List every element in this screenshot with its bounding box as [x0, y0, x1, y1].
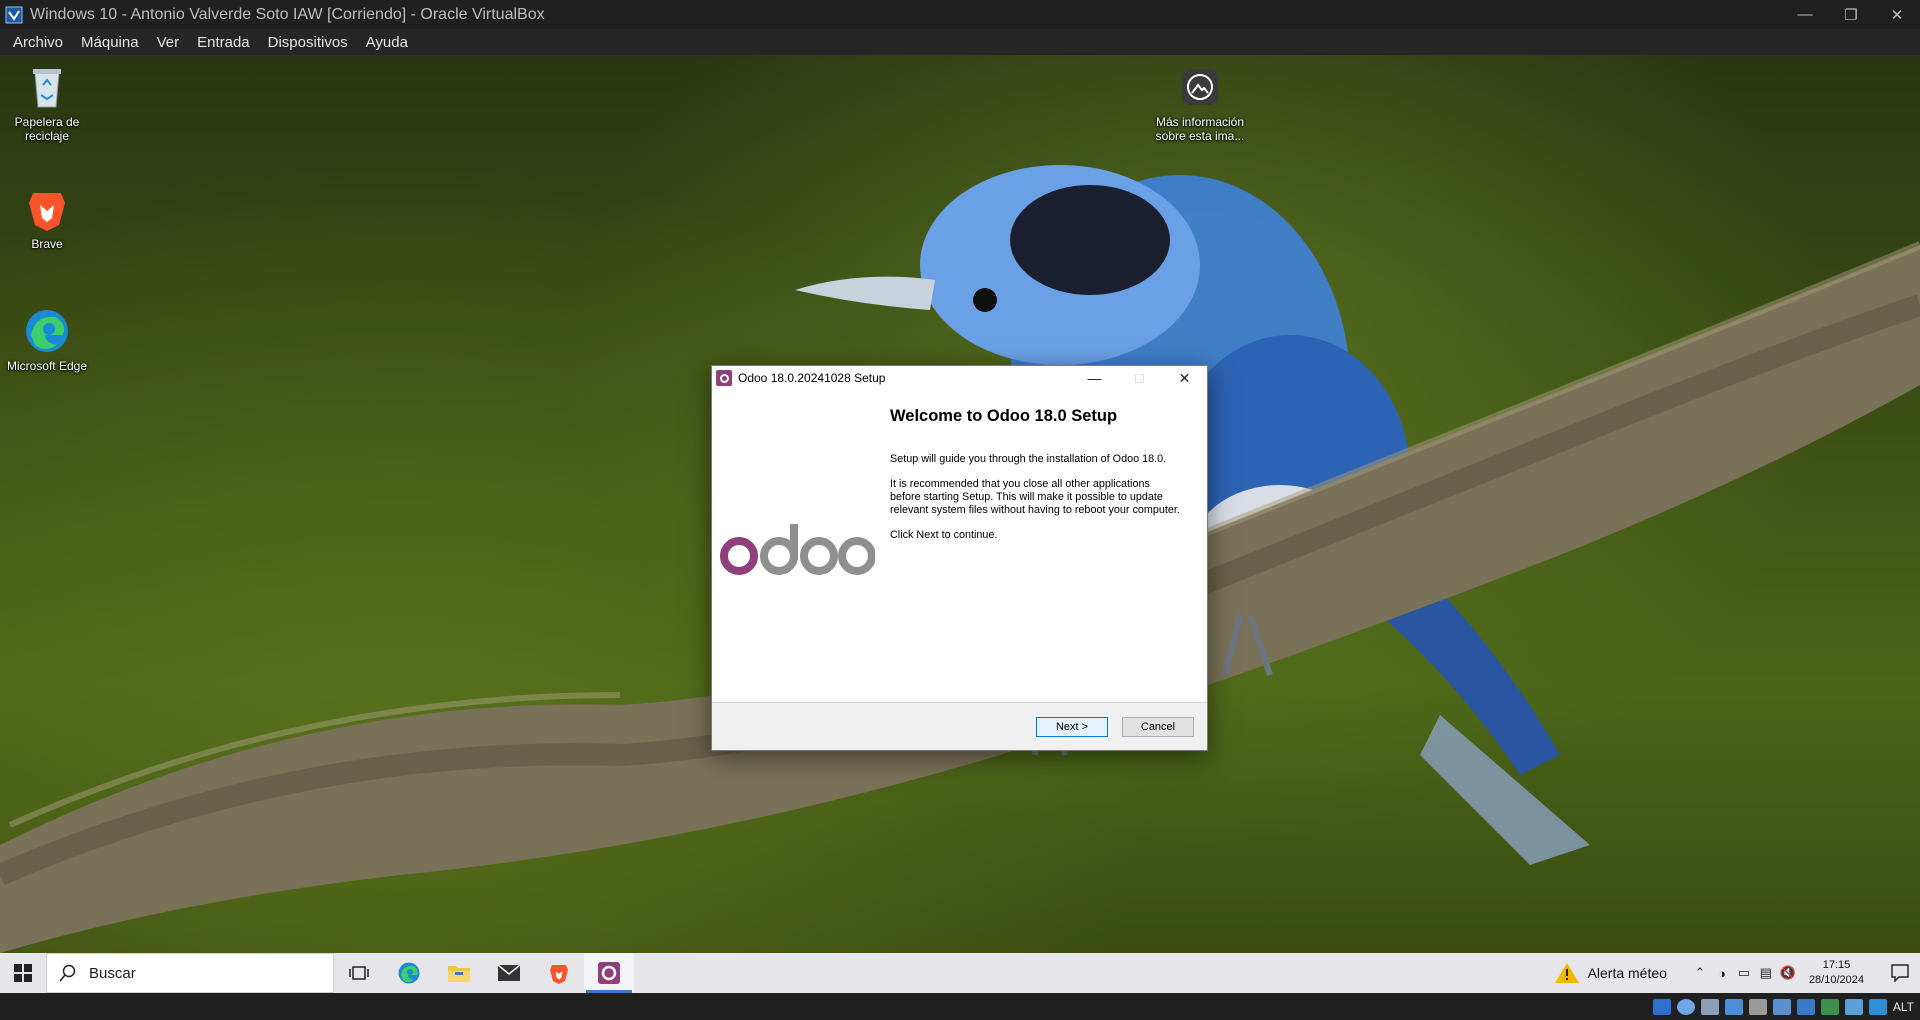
usb-icon[interactable] — [1748, 998, 1767, 1015]
vbox-window-title: Windows 10 - Antonio Valverde Soto IAW [… — [30, 5, 545, 23]
optical-drive-icon[interactable] — [1676, 998, 1695, 1015]
start-button[interactable] — [0, 953, 46, 993]
desktop-icon-label: Papelera de reciclaje — [14, 115, 80, 143]
odoo-setup-dialog: Odoo 18.0.20241028 Setup — □ ✕ Welcome t… — [711, 365, 1208, 751]
dialog-body: Welcome to Odoo 18.0 Setup Setup will gu… — [712, 390, 1207, 714]
notifications-icon[interactable] — [1880, 964, 1920, 982]
network-adapter-icon[interactable] — [1724, 998, 1743, 1015]
vbox-statusbar: ALT — [0, 993, 1920, 1020]
display-icon[interactable] — [1796, 998, 1815, 1015]
virtualbox-icon — [5, 6, 23, 23]
weather-widget[interactable]: Alerta méteo — [1554, 962, 1667, 984]
odoo-logo — [712, 390, 882, 714]
odoo-setup-icon[interactable] — [584, 953, 634, 993]
minimize-button[interactable]: — — [1782, 0, 1828, 29]
menu-maquina[interactable]: Máquina — [72, 34, 148, 51]
dialog-heading: Welcome to Odoo 18.0 Setup — [890, 407, 1118, 425]
dialog-close-button[interactable]: ✕ — [1162, 366, 1207, 390]
dialog-titlebar[interactable]: Odoo 18.0.20241028 Setup — □ ✕ — [712, 366, 1207, 390]
desktop-icon-label: Más información sobre esta ima... — [1155, 115, 1245, 143]
clock[interactable]: 17:15 28/10/2024 — [1809, 958, 1864, 988]
desktop-icon-label: Brave — [31, 237, 63, 251]
menu-entrada[interactable]: Entrada — [188, 34, 259, 51]
cancel-button[interactable]: Cancel — [1122, 717, 1194, 737]
dialog-title: Odoo 18.0.20241028 Setup — [738, 371, 886, 385]
dialog-paragraph: It is recommended that you close all oth… — [890, 478, 1180, 516]
taskbar-edge-icon[interactable] — [384, 953, 434, 993]
dialog-paragraph: Click Next to continue. — [890, 529, 998, 541]
clock-date: 28/10/2024 — [1808, 974, 1864, 986]
info-camera-icon — [1176, 63, 1224, 111]
desktop-icon-edge[interactable]: Microsoft Edge — [1, 307, 93, 373]
menu-ayuda[interactable]: Ayuda — [357, 34, 417, 51]
recycle-bin-icon — [23, 63, 71, 111]
menu-dispositivos[interactable]: Dispositivos — [259, 34, 357, 51]
cpu-icon[interactable] — [1844, 998, 1863, 1015]
network-icon[interactable]: ▤ — [1755, 965, 1777, 981]
meet-now-icon[interactable]: ◑ — [1711, 966, 1733, 981]
weather-alert-icon — [1554, 963, 1579, 983]
vbox-titlebar: Windows 10 - Antonio Valverde Soto IAW [… — [0, 0, 1920, 29]
dialog-footer: Next > Cancel — [712, 702, 1207, 750]
close-button[interactable]: ✕ — [1874, 0, 1920, 29]
hard-disk-icon[interactable] — [1652, 998, 1671, 1015]
volume-muted-icon[interactable]: 🔇 — [1777, 965, 1799, 981]
odoo-app-icon — [716, 370, 732, 386]
search-placeholder: Buscar — [89, 964, 136, 982]
restore-button[interactable]: ❐ — [1828, 0, 1874, 29]
clock-time: 17:15 — [1822, 959, 1851, 971]
file-explorer-icon[interactable] — [434, 953, 484, 993]
audio-icon[interactable] — [1700, 998, 1719, 1015]
menu-archivo[interactable]: Archivo — [4, 34, 72, 51]
next-button[interactable]: Next > — [1036, 717, 1108, 737]
brave-icon — [23, 185, 71, 233]
vbox-menubar: Archivo Máquina Ver Entrada Dispositivos… — [0, 29, 1920, 55]
desktop-icon-spotlight-info[interactable]: Más información sobre esta ima... — [1154, 63, 1246, 143]
guest-desktop: Papelera de reciclaje Brave Microsoft Ed… — [0, 55, 1920, 953]
chevron-up-icon[interactable]: ⌃ — [1689, 965, 1711, 981]
search-icon — [59, 964, 76, 982]
video-capture-icon[interactable] — [1820, 998, 1839, 1015]
desktop-icon-brave[interactable]: Brave — [1, 185, 93, 251]
shared-folders-icon[interactable] — [1772, 998, 1791, 1015]
windows-logo-icon — [14, 964, 32, 982]
mail-icon[interactable] — [484, 953, 534, 993]
edge-icon — [23, 307, 71, 355]
task-view-icon[interactable] — [334, 953, 384, 993]
desktop-icon-recycle-bin[interactable]: Papelera de reciclaje — [1, 63, 93, 143]
mouse-integration-icon[interactable] — [1868, 998, 1887, 1015]
weather-label: Alerta méteo — [1587, 965, 1667, 981]
dialog-paragraph: Setup will guide you through the install… — [890, 453, 1167, 465]
dialog-minimize-button[interactable]: — — [1072, 366, 1117, 390]
host-key-indicator: ALT — [1892, 999, 1914, 1014]
dialog-maximize-button: □ — [1135, 370, 1144, 386]
battery-icon[interactable]: ▭ — [1733, 965, 1755, 981]
taskbar-brave-icon[interactable] — [534, 953, 584, 993]
desktop-icon-label: Microsoft Edge — [6, 359, 88, 373]
system-tray: Alerta méteo ⌃ ◑ ▭ ▤ 🔇 17:15 28/10/2024 — [1554, 953, 1920, 993]
menu-ver[interactable]: Ver — [148, 34, 189, 51]
windows-taskbar: Buscar Alerta méteo ⌃ ◑ ▭ ▤ 🔇 17:15 28/1… — [0, 953, 1920, 993]
taskbar-search-box[interactable]: Buscar — [46, 953, 334, 993]
